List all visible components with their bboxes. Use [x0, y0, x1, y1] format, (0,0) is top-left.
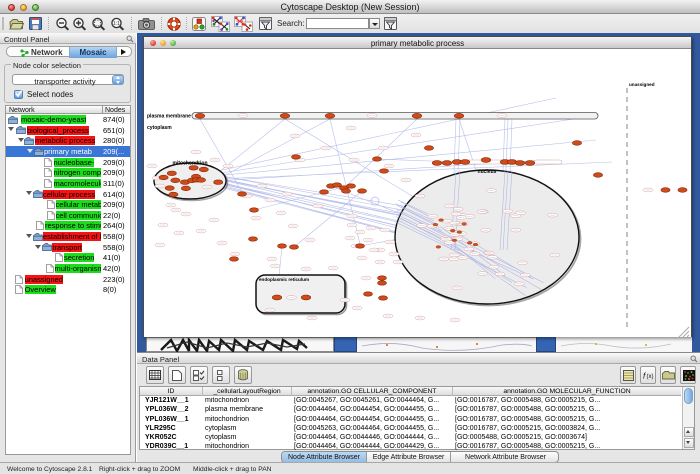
svg-text:cytoplasm: cytoplasm — [147, 125, 172, 131]
svg-text:1:1: 1:1 — [113, 21, 120, 27]
svg-text:(x): (x) — [647, 374, 654, 380]
svg-text:mitochondrion: mitochondrion — [173, 161, 208, 167]
svg-text:nucleus: nucleus — [478, 169, 497, 175]
svg-text:unassigned: unassigned — [629, 82, 655, 87]
svg-text:plasma membrane: plasma membrane — [147, 114, 191, 120]
svg-text:endoplasmic reticulum: endoplasmic reticulum — [259, 277, 309, 282]
